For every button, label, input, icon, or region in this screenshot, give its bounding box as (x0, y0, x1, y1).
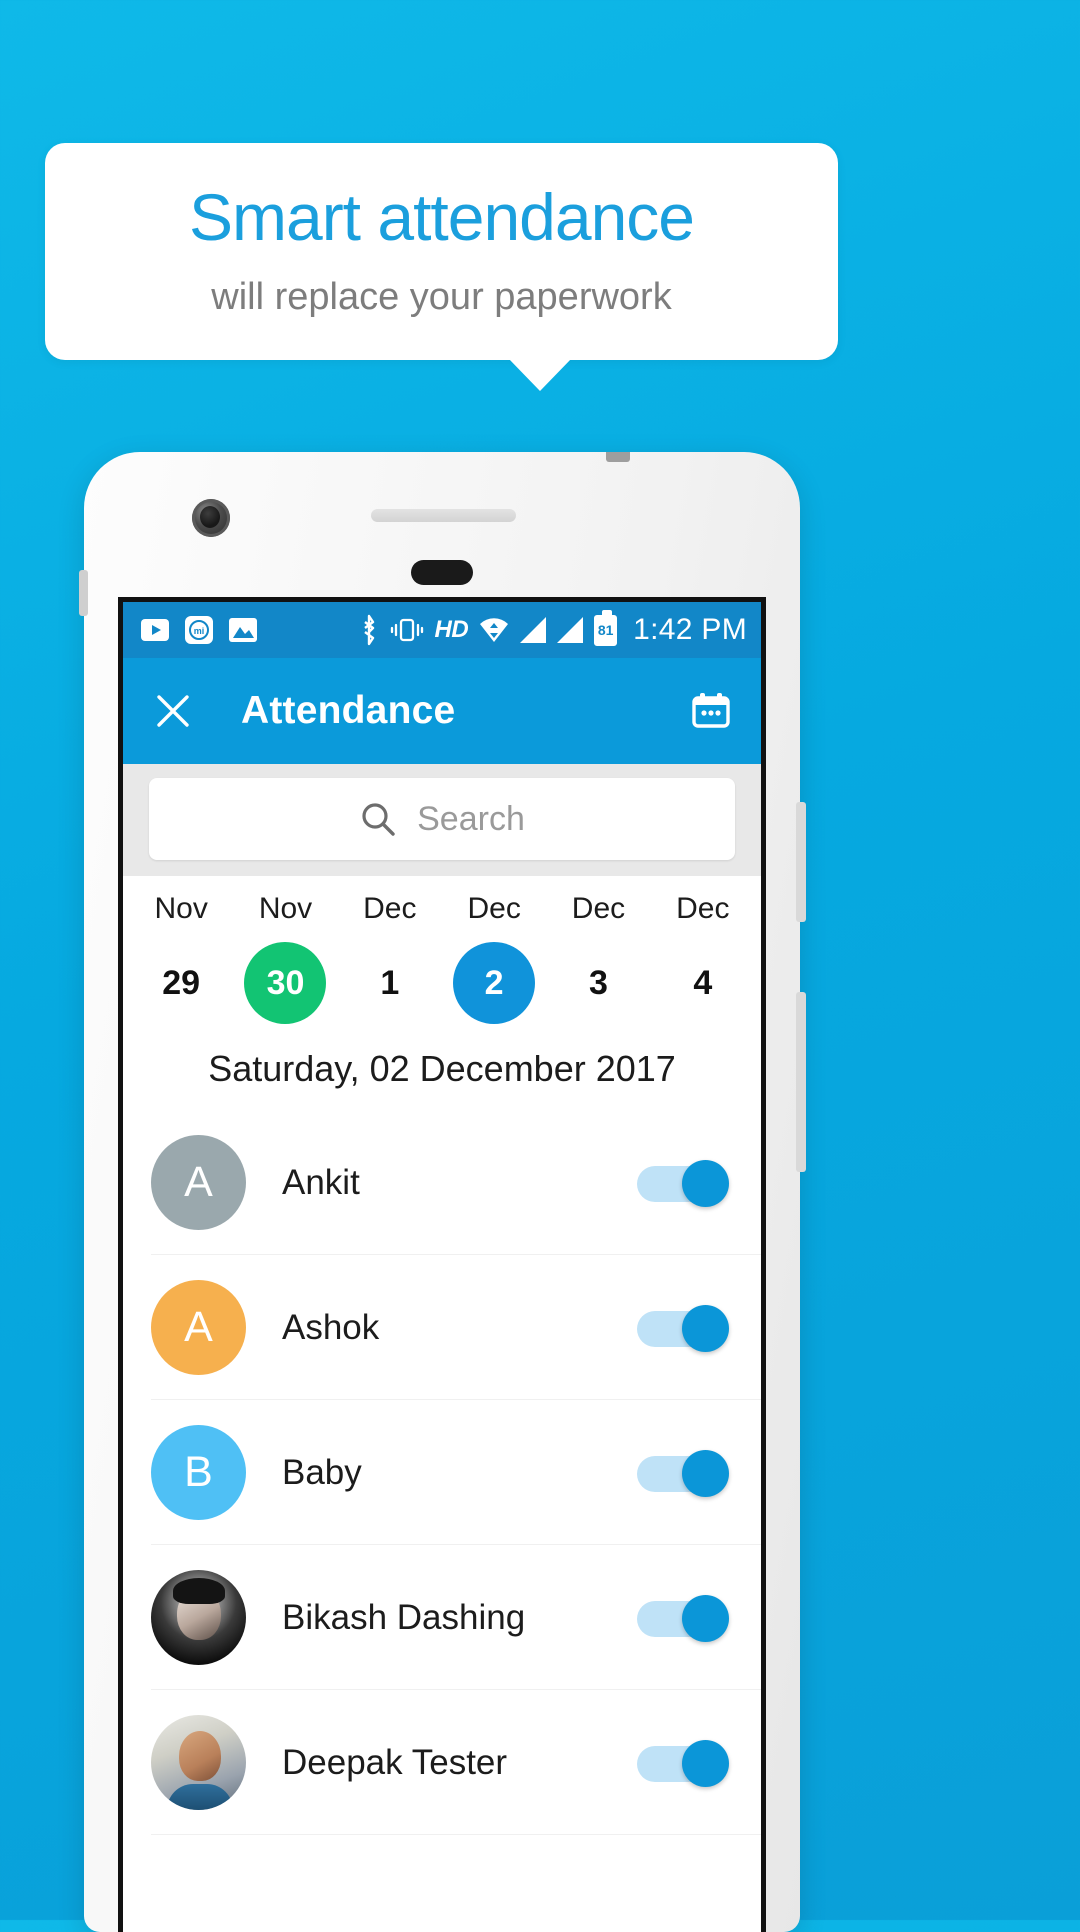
date-day-number: 3 (589, 963, 608, 1002)
phone-volume-button (796, 802, 806, 922)
earpiece-speaker (371, 509, 516, 522)
date-month-label: Dec (676, 892, 730, 925)
date-cell[interactable]: Dec 4 (651, 892, 755, 1024)
bluetooth-icon (359, 614, 379, 646)
toggle-thumb (682, 1449, 729, 1497)
calendar-icon[interactable] (689, 689, 733, 733)
attendee-name: Deepak Tester (282, 1742, 508, 1782)
avatar: A (151, 1280, 246, 1375)
signal-icon (520, 617, 547, 643)
phone-screen: mi HD 81 1:42 PM Attendance Search Nov 2… (118, 597, 766, 1932)
selected-date-header: Saturday, 02 December 2017 (123, 1034, 761, 1110)
list-item[interactable]: A Ashok (123, 1255, 761, 1400)
phone-left-button (79, 570, 88, 616)
list-item[interactable]: A Ankit (123, 1110, 761, 1255)
date-strip: Nov 29 Nov 30 Dec 1 Dec 2 Dec 3 Dec 4 (123, 876, 761, 1034)
battery-icon: 81 (594, 609, 618, 646)
list-item[interactable]: Bikash Dashing (123, 1545, 761, 1690)
date-day-number-today: 30 (244, 942, 327, 1024)
promo-banner: Smart attendance will replace your paper… (45, 143, 838, 360)
phone-mockup: mi HD 81 1:42 PM Attendance Search Nov 2… (79, 452, 806, 1932)
attendee-name: Ashok (282, 1307, 380, 1347)
attendance-toggle[interactable] (637, 1159, 729, 1207)
gallery-icon (229, 618, 257, 642)
date-month-label: Nov (258, 892, 313, 925)
promo-subheadline: will replace your paperwork (211, 276, 672, 318)
avatar (151, 1715, 246, 1810)
wifi-icon (479, 616, 509, 644)
attendee-name: Baby (282, 1452, 362, 1492)
promo-headline: Smart attendance (189, 180, 695, 254)
status-bar-clock: 1:42 PM (633, 613, 747, 646)
hd-icon: HD (434, 616, 469, 643)
date-day-number: 1 (380, 963, 400, 1002)
date-day-number: 29 (162, 963, 201, 1002)
vibrate-icon (390, 616, 424, 644)
date-month-label: Dec (467, 892, 521, 925)
date-month-label: Dec (363, 892, 417, 925)
attendance-toggle[interactable] (637, 1739, 729, 1787)
toggle-thumb (682, 1159, 729, 1207)
date-month-label: Nov (154, 892, 208, 925)
search-placeholder: Search (417, 799, 525, 838)
attendee-name: Ankit (282, 1162, 360, 1202)
promo-banner-tail (508, 358, 572, 391)
attendance-toggle[interactable] (637, 1449, 729, 1497)
toggle-thumb (682, 1594, 729, 1642)
list-item[interactable]: Deepak Tester (123, 1690, 761, 1835)
youtube-icon (141, 619, 169, 641)
search-icon (359, 800, 397, 838)
search-input[interactable]: Search (149, 778, 735, 860)
list-item[interactable]: B Baby (123, 1400, 761, 1545)
date-cell[interactable]: Nov 30 (233, 892, 337, 1024)
avatar: A (151, 1135, 246, 1230)
front-camera-icon (192, 499, 230, 537)
toggle-thumb (682, 1304, 729, 1352)
phone-top-notch (606, 452, 630, 462)
toggle-thumb (682, 1739, 729, 1787)
attendance-toggle[interactable] (637, 1304, 729, 1352)
close-icon[interactable] (153, 691, 193, 731)
signal-icon (557, 617, 584, 643)
avatar (151, 1570, 246, 1665)
date-month-label: Dec (571, 892, 626, 925)
date-cell[interactable]: Dec 1 (338, 892, 442, 1024)
date-cell[interactable]: Dec 3 (546, 892, 650, 1024)
date-cell[interactable]: Nov 29 (129, 892, 233, 1024)
attendee-name: Bikash Dashing (282, 1597, 526, 1637)
svg-text:mi: mi (194, 626, 205, 636)
mi-browser-icon: mi (185, 616, 213, 644)
app-bar: Attendance (123, 658, 761, 764)
proximity-sensor (411, 560, 473, 585)
attendance-toggle[interactable] (637, 1594, 729, 1642)
status-bar: mi HD 81 1:42 PM (123, 602, 761, 658)
search-bar-container: Search (123, 764, 761, 876)
page-title: Attendance (241, 689, 456, 732)
avatar: B (151, 1425, 246, 1520)
date-cell[interactable]: Dec 2 (442, 892, 546, 1024)
phone-power-button (796, 992, 806, 1172)
date-day-number-selected: 2 (453, 942, 536, 1024)
date-day-number: 4 (693, 963, 713, 1002)
attendance-list: A Ankit A Ashok B Baby Bikash Dashing De… (123, 1110, 761, 1835)
